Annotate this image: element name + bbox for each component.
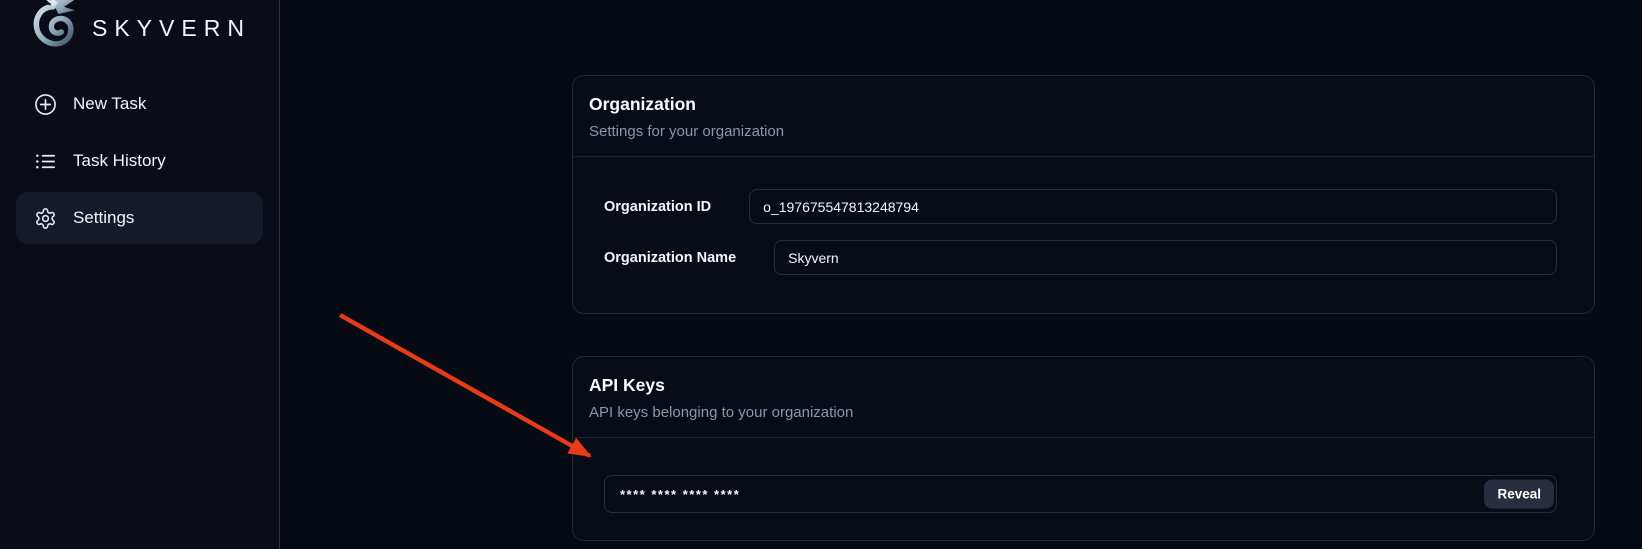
reveal-button[interactable]: Reveal bbox=[1484, 480, 1554, 509]
api-key-field: Reveal bbox=[604, 475, 1557, 513]
circle-plus-icon bbox=[34, 93, 57, 116]
sidebar-item-new-task[interactable]: New Task bbox=[16, 78, 263, 130]
organization-id-row: Organization ID bbox=[604, 189, 1557, 224]
brand-wordmark: SKYVERN bbox=[92, 15, 251, 42]
sidebar-item-task-history[interactable]: Task History bbox=[16, 135, 263, 187]
organization-name-label: Organization Name bbox=[604, 250, 736, 266]
organization-name-row: Organization Name bbox=[604, 240, 1557, 275]
sidebar-item-settings[interactable]: Settings bbox=[16, 192, 263, 244]
list-icon bbox=[34, 150, 57, 173]
organization-id-label: Organization ID bbox=[604, 199, 711, 215]
sidebar-item-label: New Task bbox=[73, 94, 146, 114]
organization-card-header: Organization Settings for your organizat… bbox=[573, 76, 1594, 157]
organization-card: Organization Settings for your organizat… bbox=[572, 75, 1595, 314]
skyvern-dragon-logo-icon bbox=[28, 0, 82, 54]
api-keys-card: API Keys API keys belonging to your orga… bbox=[572, 356, 1595, 541]
organization-card-subtitle: Settings for your organization bbox=[589, 123, 1578, 140]
api-key-masked-input[interactable] bbox=[604, 475, 1557, 513]
gear-icon bbox=[34, 207, 57, 230]
organization-card-title: Organization bbox=[589, 94, 1578, 115]
sidebar: SKYVERN New Task Task History Settings bbox=[0, 0, 280, 549]
main-content: Organization Settings for your organizat… bbox=[280, 0, 1642, 549]
api-keys-card-subtitle: API keys belonging to your organization bbox=[589, 404, 1578, 421]
organization-id-input[interactable] bbox=[749, 189, 1557, 224]
api-keys-card-header: API Keys API keys belonging to your orga… bbox=[573, 357, 1594, 438]
organization-name-input[interactable] bbox=[774, 240, 1557, 275]
sidebar-item-label: Task History bbox=[73, 151, 166, 171]
organization-card-body: Organization ID Organization Name bbox=[573, 157, 1594, 313]
sidebar-nav: New Task Task History Settings bbox=[16, 78, 263, 244]
sidebar-item-label: Settings bbox=[73, 208, 134, 228]
api-keys-card-title: API Keys bbox=[589, 375, 1578, 396]
api-keys-card-body: Reveal bbox=[573, 438, 1594, 540]
brand-logo-row[interactable]: SKYVERN bbox=[16, 0, 263, 56]
